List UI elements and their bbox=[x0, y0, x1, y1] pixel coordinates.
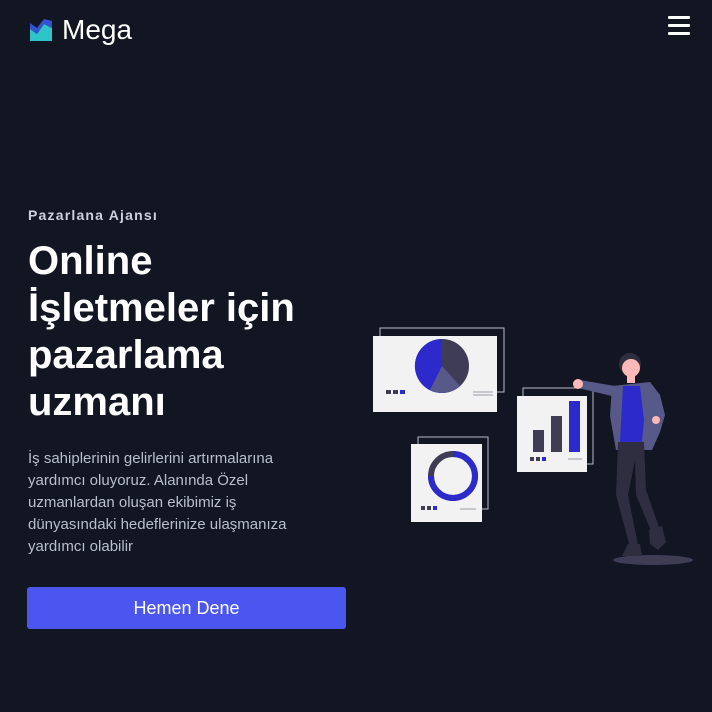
hero-eyebrow: Pazarlana Ajansı bbox=[28, 207, 158, 223]
brand-name: Mega bbox=[62, 14, 133, 45]
pie-chart-card-illustration bbox=[373, 327, 505, 412]
donut-chart-card-illustration bbox=[411, 436, 489, 522]
hero-description: İş sahiplerinin gelirlerini artırmaların… bbox=[28, 450, 287, 555]
chart-logo-icon bbox=[30, 19, 52, 41]
marketing-illustration bbox=[360, 320, 700, 570]
headline-line: uzmanı bbox=[28, 380, 166, 424]
hero-headline: Online İşletmeler için pazarlama uzmanı bbox=[28, 238, 348, 426]
try-now-button[interactable]: Hemen Dene bbox=[27, 587, 346, 629]
headline-line: Online bbox=[28, 239, 153, 283]
brand[interactable]: Mega bbox=[30, 14, 132, 46]
headline-line: İşletmeler için bbox=[28, 286, 295, 330]
person-illustration bbox=[573, 353, 693, 565]
bar-chart-card-illustration bbox=[517, 387, 594, 472]
navbar: Mega bbox=[0, 0, 712, 60]
headline-line: pazarlama bbox=[28, 333, 224, 377]
hamburger-menu-icon[interactable] bbox=[668, 16, 690, 36]
